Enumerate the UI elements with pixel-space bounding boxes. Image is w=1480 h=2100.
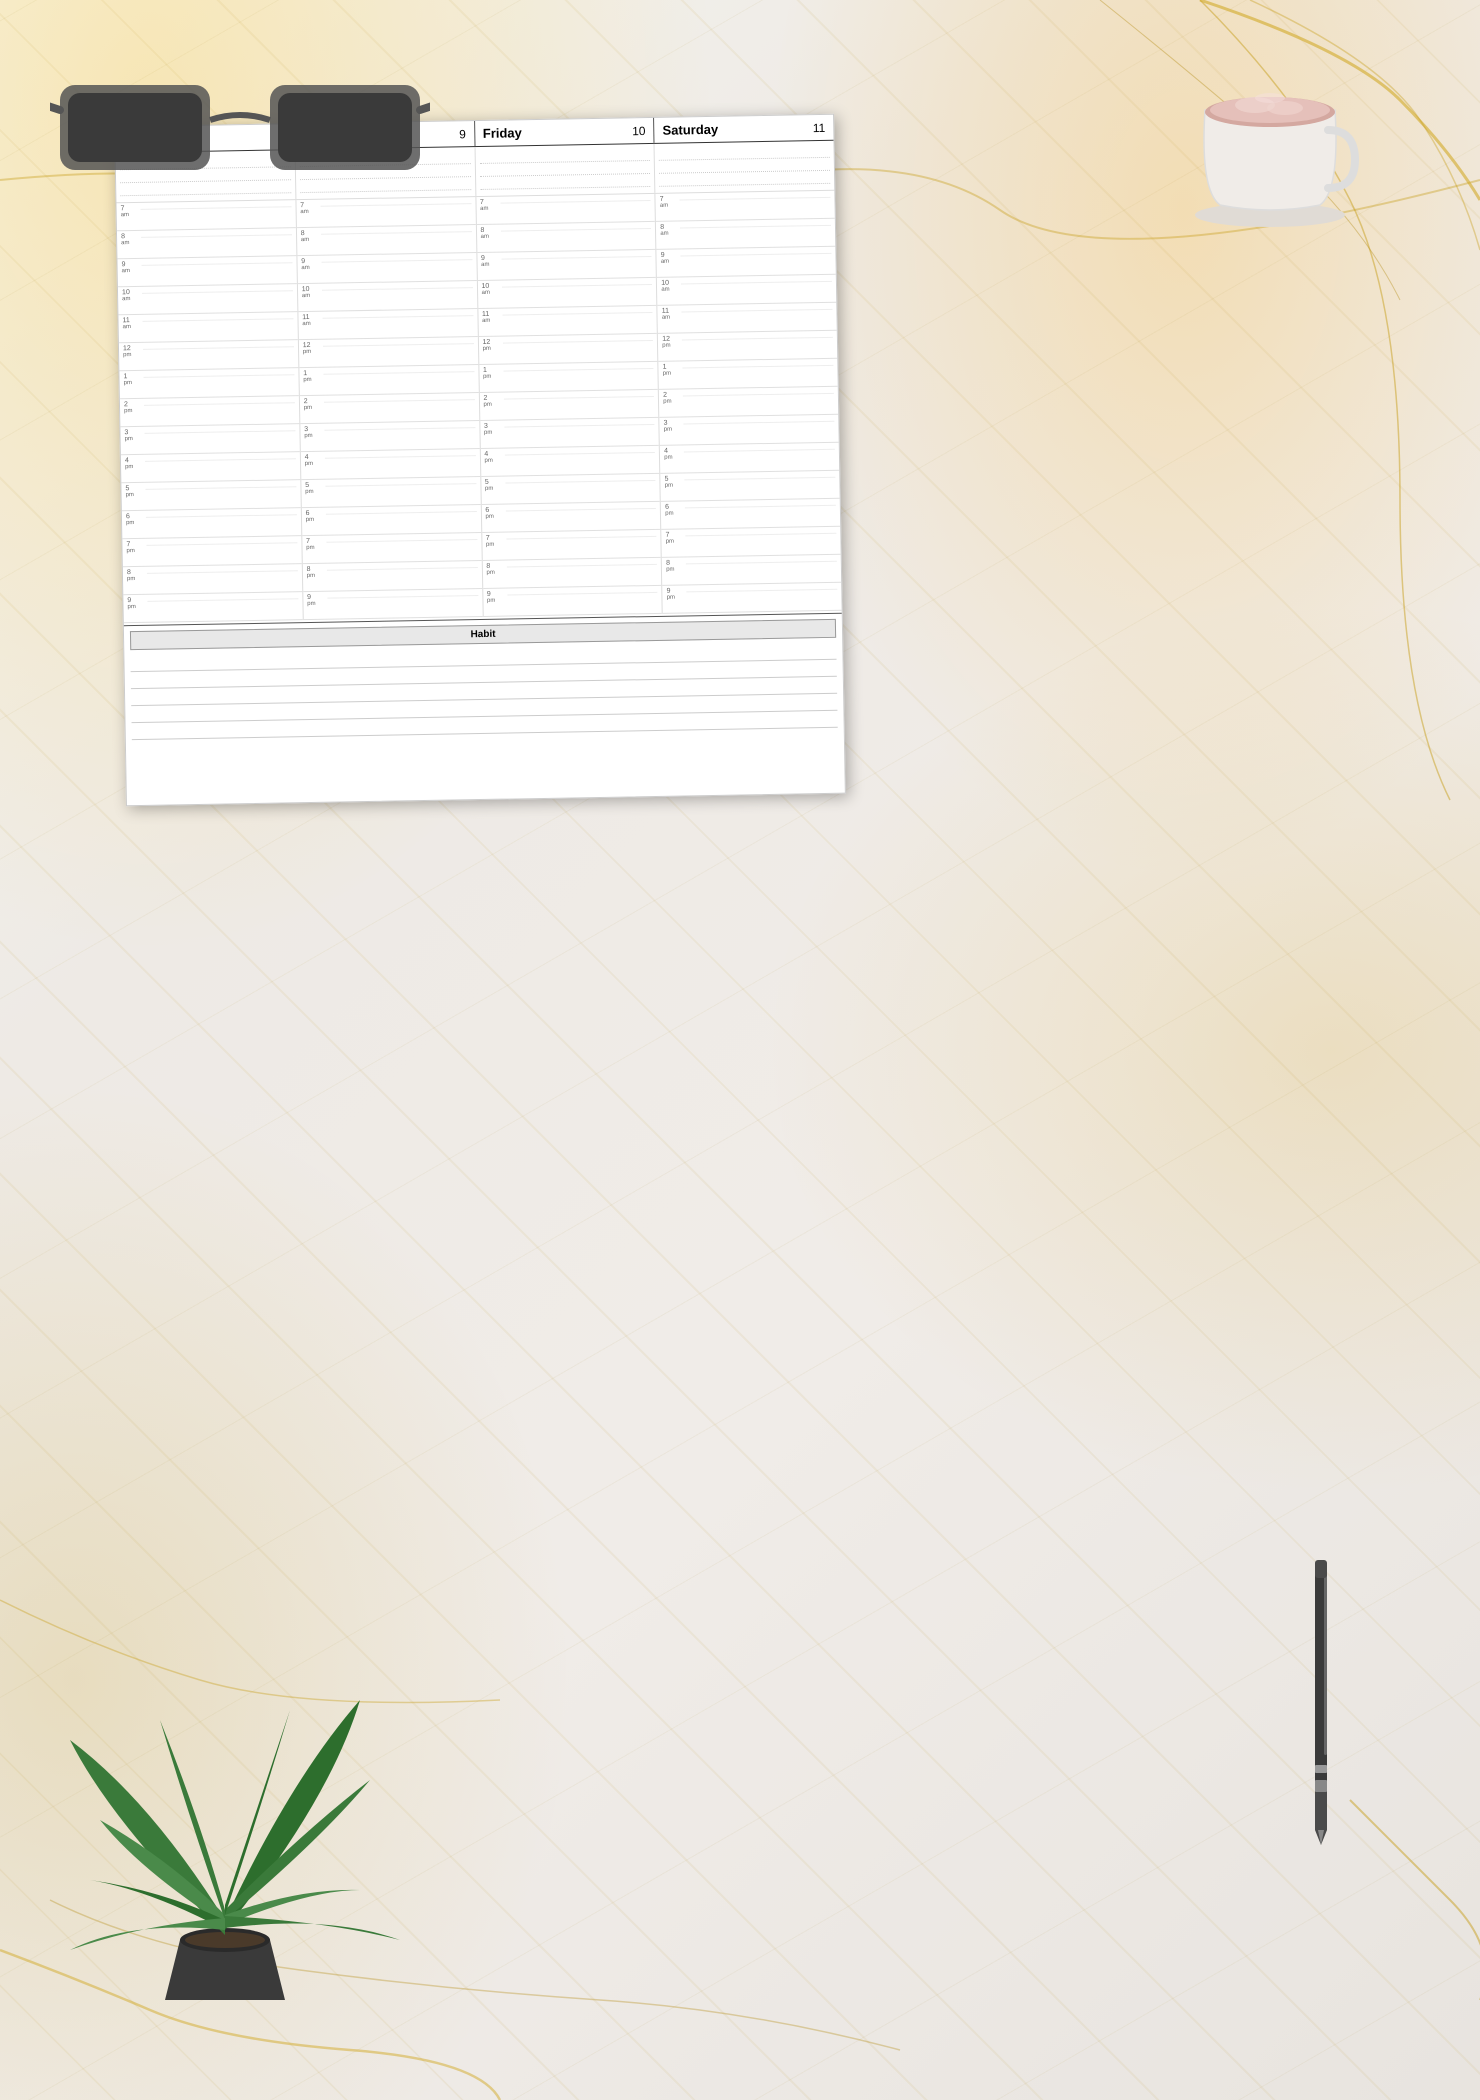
coffee-cup xyxy=(1180,30,1360,230)
back-num-saturday: 11 xyxy=(813,120,826,134)
glasses xyxy=(50,55,430,185)
plant xyxy=(50,1620,400,2020)
back-num-friday: 10 xyxy=(632,124,646,138)
back-page: Wednesday 8 Thursday 9 Friday 10 Saturda… xyxy=(114,114,846,806)
back-num-thursday: 9 xyxy=(459,127,466,141)
pen xyxy=(1305,1550,1335,1850)
back-day-saturday: Saturday xyxy=(662,122,718,138)
back-day-friday: Friday xyxy=(483,125,522,141)
